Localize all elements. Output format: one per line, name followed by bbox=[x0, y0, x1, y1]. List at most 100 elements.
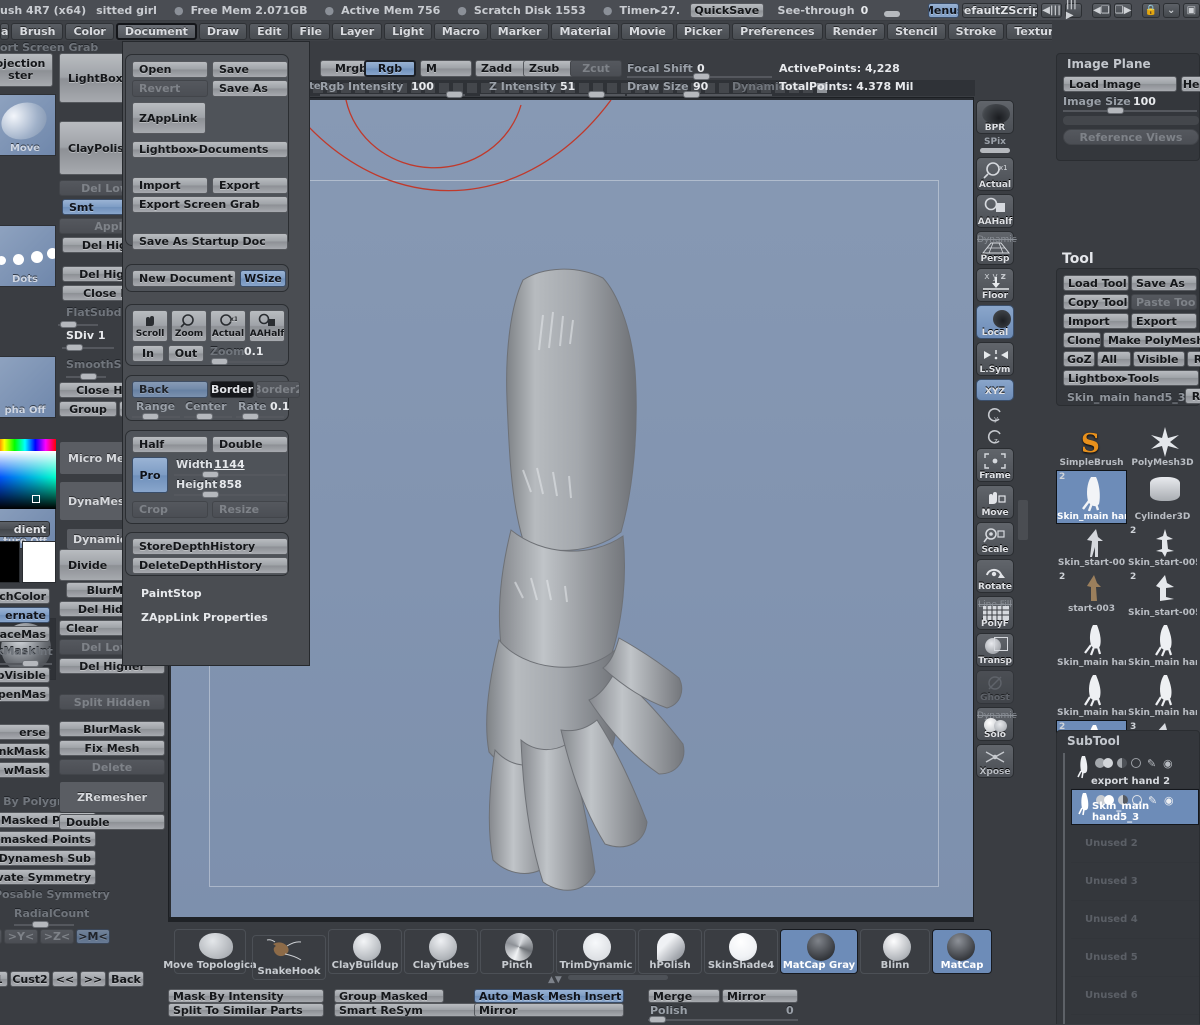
mask-by-intensity-button[interactable]: Mask By Intensity bbox=[168, 989, 324, 1003]
cust2-button[interactable]: Cust2 bbox=[10, 971, 50, 987]
ghost-button[interactable]: Ghost bbox=[976, 670, 1014, 704]
canvas-scrollbar[interactable] bbox=[1018, 500, 1028, 540]
slider-knob[interactable] bbox=[242, 413, 259, 420]
tool-thumb[interactable]: Skin_main har bbox=[1056, 670, 1127, 720]
menu-item-draw[interactable]: Draw bbox=[198, 22, 248, 40]
brush-icon[interactable]: ✎ bbox=[1147, 757, 1156, 770]
gradient-button[interactable]: dient bbox=[0, 521, 50, 537]
back-button[interactable]: Back bbox=[108, 971, 144, 987]
rgb-button[interactable]: Rgb bbox=[364, 60, 416, 77]
rotate-z-button[interactable]: z bbox=[976, 426, 1014, 448]
slider-knob[interactable] bbox=[446, 91, 463, 98]
inverse-button[interactable]: erse bbox=[0, 724, 50, 740]
subtool-row[interactable]: ✎ ◉ Skin_main hand5_3 bbox=[1071, 789, 1199, 825]
export-screen-grab-button[interactable]: Export Screen Grab bbox=[132, 196, 288, 213]
export-tool-button[interactable]: Export bbox=[1131, 313, 1197, 329]
menu-item-stroke[interactable]: Stroke bbox=[947, 22, 1005, 40]
brush-material-bar[interactable]: Move Topologica SnakeHook ClayBuildup Cl… bbox=[163, 917, 992, 987]
zoom-in-button[interactable]: In bbox=[132, 345, 164, 362]
back-button[interactable]: Back bbox=[132, 381, 208, 398]
tray-right-icon[interactable]: ❑▶ bbox=[1113, 2, 1133, 18]
load-tool-button[interactable]: Load Tool bbox=[1063, 275, 1129, 291]
import-tool-button[interactable]: Import bbox=[1063, 313, 1129, 329]
fix-mesh-button[interactable]: Fix Mesh bbox=[59, 740, 165, 756]
save-as-tool-button[interactable]: Save As bbox=[1131, 275, 1197, 291]
image-size-slider[interactable] bbox=[1063, 104, 1197, 116]
see-through-slider[interactable] bbox=[878, 3, 924, 17]
scroll-right-icon[interactable]: |||▶ bbox=[1064, 0, 1083, 20]
slider-knob[interactable] bbox=[32, 921, 49, 928]
solo-button[interactable]: Dynamic Solo bbox=[976, 707, 1017, 741]
make-polymesh3d-button[interactable]: Make PolyMesh3D bbox=[1103, 332, 1200, 348]
brush-move-topological[interactable]: Move Topologica bbox=[163, 929, 257, 974]
collapse-icon[interactable]: ⌄ bbox=[1162, 2, 1180, 18]
border2-button[interactable]: Border2 bbox=[256, 381, 300, 398]
all-tool-button[interactable]: All bbox=[1097, 351, 1131, 367]
backface-mask-button[interactable]: kfaceMas bbox=[0, 626, 50, 642]
switch-color-button[interactable]: tchColor bbox=[0, 588, 50, 604]
zadd-button[interactable]: Zadd bbox=[475, 60, 527, 77]
merge-button[interactable]: Merge bbox=[648, 989, 720, 1003]
bottom-status-strip[interactable]: Mask By Intensity Split To Similar Parts… bbox=[0, 987, 1050, 1024]
collapse-arrows-icon[interactable]: ▲▼ bbox=[548, 975, 562, 985]
material-blinn[interactable]: Blinn bbox=[860, 929, 930, 974]
new-document-button[interactable]: New Document bbox=[132, 270, 236, 287]
slider-knob[interactable] bbox=[683, 91, 700, 98]
floor-button[interactable]: x y z Floor bbox=[976, 268, 1014, 302]
subtool-row[interactable]: ✎ ◉ export hand 2 bbox=[1071, 753, 1199, 789]
lightbox-tools-button[interactable]: Lightbox▸Tools bbox=[1063, 370, 1199, 386]
actual-button[interactable]: x1 Actual bbox=[210, 310, 246, 342]
transp-button[interactable]: Transp bbox=[976, 633, 1014, 667]
resize-button[interactable]: Resize bbox=[212, 501, 288, 518]
store-depth-history-button[interactable]: StoreDepthHistory bbox=[132, 538, 288, 555]
z-intensity-slider[interactable] bbox=[480, 88, 625, 100]
r-tool-button[interactable]: R bbox=[1187, 351, 1200, 367]
slider-knob[interactable] bbox=[202, 471, 219, 478]
menu-item-macro[interactable]: Macro bbox=[433, 22, 488, 40]
blurmask-button-2[interactable]: BlurMask bbox=[59, 721, 165, 737]
alpha-preview-swatch[interactable]: pha Off bbox=[0, 356, 56, 418]
tool-thumb[interactable]: 2 Skin_start-005 bbox=[1127, 524, 1198, 570]
right-vertical-toolbar[interactable]: BPR SPix x1 Actual AAHalf Dynamic Persp … bbox=[976, 100, 1017, 790]
menu-item-preferences[interactable]: Preferences bbox=[732, 22, 823, 40]
circle-outline-icon[interactable] bbox=[1131, 758, 1141, 768]
zcut-button[interactable]: Zcut bbox=[570, 60, 622, 77]
polyframe-button[interactable]: Line Fill PolyF bbox=[976, 596, 1014, 630]
group-as-dynamesh-sub-button[interactable]: up As Dynamesh Sub bbox=[0, 850, 96, 866]
visibility-dot-icon[interactable] bbox=[1103, 758, 1113, 768]
tool-thumbnail-grid[interactable]: 2 Skin_main hand5 Cylinder3D Skin_start-… bbox=[1056, 424, 1200, 770]
help-button[interactable]: Help bbox=[1181, 76, 1200, 92]
quicksave-button[interactable]: QuickSave bbox=[690, 2, 764, 18]
symmetry-z-button[interactable]: >Z< bbox=[40, 929, 74, 944]
shrink-mask-button[interactable]: inkMask bbox=[0, 743, 50, 759]
tool-thumb[interactable]: 2 start-003 bbox=[1056, 570, 1127, 616]
tool-thumb[interactable]: Cylinder3D bbox=[1127, 470, 1198, 524]
rotate-button[interactable]: Rotate bbox=[976, 559, 1014, 593]
menu-item-document[interactable]: Document bbox=[115, 22, 197, 40]
slider-knob[interactable] bbox=[66, 344, 83, 351]
slider-knob[interactable] bbox=[649, 1016, 666, 1023]
border-button[interactable]: Border bbox=[210, 381, 254, 398]
import-button[interactable]: Import bbox=[132, 177, 208, 194]
symmetry-y-button[interactable]: >Y< bbox=[4, 929, 38, 944]
goz-button[interactable]: GoZ bbox=[1063, 351, 1095, 367]
tray-left-icon[interactable]: ◀❑ bbox=[1092, 2, 1111, 18]
tool-thumb[interactable]: S SimpleBrush bbox=[1056, 424, 1127, 470]
menu-item-file[interactable]: File bbox=[291, 22, 330, 40]
scale-button[interactable]: Scale bbox=[976, 522, 1014, 556]
paste-tool-button[interactable]: Paste Tool bbox=[1131, 294, 1197, 310]
cust1-button[interactable]: st1 bbox=[0, 971, 8, 987]
split-hidden-button[interactable]: Split Hidden bbox=[59, 694, 165, 710]
material-matcap[interactable]: MatCap bbox=[932, 929, 992, 974]
lightbox-documents-button[interactable]: Lightbox▸Documents bbox=[132, 141, 288, 158]
mirror-button-1[interactable]: Mirror bbox=[474, 1003, 624, 1017]
projection-master-button[interactable]: ojection ster bbox=[0, 53, 53, 87]
aahalf-button[interactable]: AAHalf bbox=[976, 194, 1014, 228]
xpose-button[interactable]: Xpose bbox=[976, 744, 1014, 778]
menu-item-edit[interactable]: Edit bbox=[249, 22, 290, 40]
save-as-startup-doc-button[interactable]: Save As Startup Doc bbox=[132, 233, 288, 250]
menu-item-color[interactable]: Color bbox=[65, 22, 114, 40]
delete-button[interactable]: Delete bbox=[59, 759, 165, 775]
frame-button[interactable]: Frame bbox=[976, 448, 1014, 482]
move-button[interactable]: Move bbox=[976, 485, 1014, 519]
